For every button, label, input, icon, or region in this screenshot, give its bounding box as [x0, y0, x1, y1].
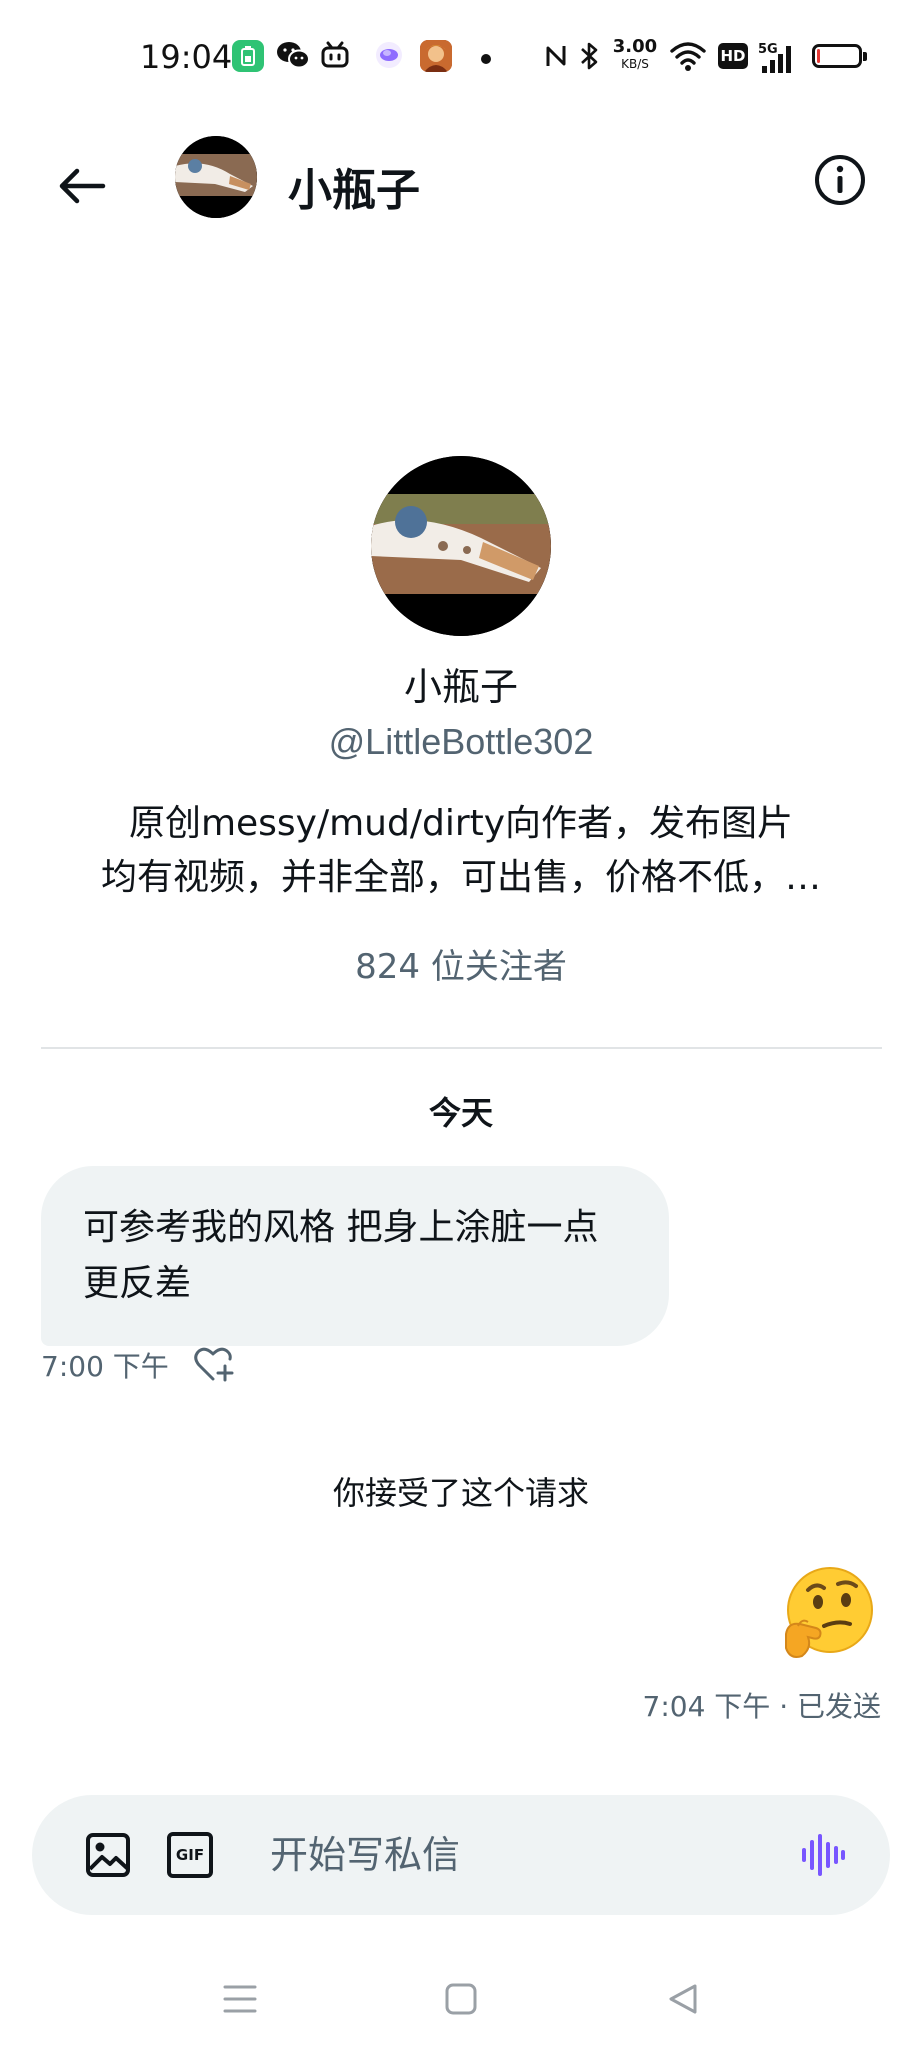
profile-card[interactable]: 小瓶子 @LittleBottle302 原创messy/mud/dirty向作… — [0, 456, 922, 988]
followers-count[interactable]: 824 位关注者 — [0, 939, 922, 988]
profile-bio: 原创messy/mud/dirty向作者，发布图片 均有视频，并非全部，可出售，… — [61, 797, 861, 905]
sent-message-meta: 7:04 下午 · 已发送 — [642, 1690, 881, 1723]
message-text-line1: 可参考我的风格 把身上涂脏一点 — [83, 1207, 599, 1248]
received-message-meta: 7:00 下午 — [41, 1345, 237, 1385]
info-icon — [815, 155, 865, 205]
message-text-line2: 更反差 — [83, 1263, 192, 1304]
battery-saver-app-icon — [232, 40, 264, 72]
net-speed: 3.00 KB/S — [610, 36, 660, 71]
day-separator: 今天 — [428, 1094, 493, 1132]
home-square-icon — [445, 1983, 477, 2015]
battery-level — [817, 49, 820, 63]
header-title[interactable]: 小瓶子 — [288, 154, 420, 218]
image-icon — [86, 1833, 130, 1877]
dot-icon — [480, 50, 492, 84]
wechat-icon — [276, 40, 310, 74]
status-time: 19:04 — [140, 38, 233, 76]
net-speed-value: 3.00 — [612, 36, 658, 57]
signal-icon: 5G — [758, 40, 798, 74]
app-icon — [374, 40, 404, 74]
back-nav-button[interactable] — [648, 1964, 718, 2034]
bluetooth-icon — [578, 40, 600, 74]
game-icon — [420, 40, 452, 72]
menu-nav-button[interactable] — [205, 1964, 275, 2034]
thinking-face-icon — [785, 1567, 873, 1658]
divider — [41, 1047, 882, 1049]
message-input[interactable] — [270, 1819, 790, 1891]
arrow-left-icon — [59, 168, 106, 204]
voice-message-button[interactable] — [792, 1825, 852, 1885]
bilibili-icon — [320, 40, 350, 74]
profile-handle: @LittleBottle302 — [328, 721, 594, 762]
sent-thinking-emoji[interactable] — [778, 1564, 878, 1664]
back-button[interactable] — [52, 156, 112, 216]
menu-icon — [223, 1985, 257, 2013]
hd-icon: HD — [718, 43, 748, 69]
battery-icon — [812, 44, 867, 68]
profile-avatar[interactable] — [371, 456, 551, 636]
net-speed-unit: KB/S — [621, 57, 649, 71]
received-message-bubble[interactable]: 可参考我的风格 把身上涂脏一点 更反差 — [41, 1166, 669, 1346]
profile-bio-line1: 原创messy/mud/dirty向作者，发布图片 — [128, 803, 794, 844]
status-bar: 19:04 3.00 KB/S HD 5G — [0, 0, 922, 116]
profile-name: 小瓶子 — [403, 665, 518, 709]
add-reaction-button[interactable] — [191, 1345, 237, 1385]
nfc-icon — [544, 40, 568, 74]
header-avatar[interactable] — [175, 136, 257, 218]
message-timestamp: 7:00 下午 — [41, 1350, 169, 1383]
triangle-back-icon — [669, 1984, 697, 2014]
info-button[interactable] — [810, 150, 870, 210]
wifi-icon — [670, 40, 706, 74]
svg-text:5G: 5G — [758, 42, 778, 57]
system-navigation-bar — [0, 1950, 922, 2048]
request-accepted-note: 你接受了这个请求 — [332, 1474, 589, 1512]
message-composer: GIF — [32, 1795, 890, 1915]
home-nav-button[interactable] — [426, 1964, 496, 2034]
heart-plus-icon — [194, 1347, 234, 1382]
conversation-header: 小瓶子 — [0, 116, 922, 246]
profile-bio-line2: 均有视频，并非全部，可出售，价格不低，… — [100, 857, 821, 898]
voice-wave-icon — [802, 1834, 845, 1876]
add-photo-button[interactable] — [78, 1825, 138, 1885]
add-gif-button[interactable]: GIF — [160, 1825, 220, 1885]
gif-icon: GIF — [167, 1832, 213, 1878]
